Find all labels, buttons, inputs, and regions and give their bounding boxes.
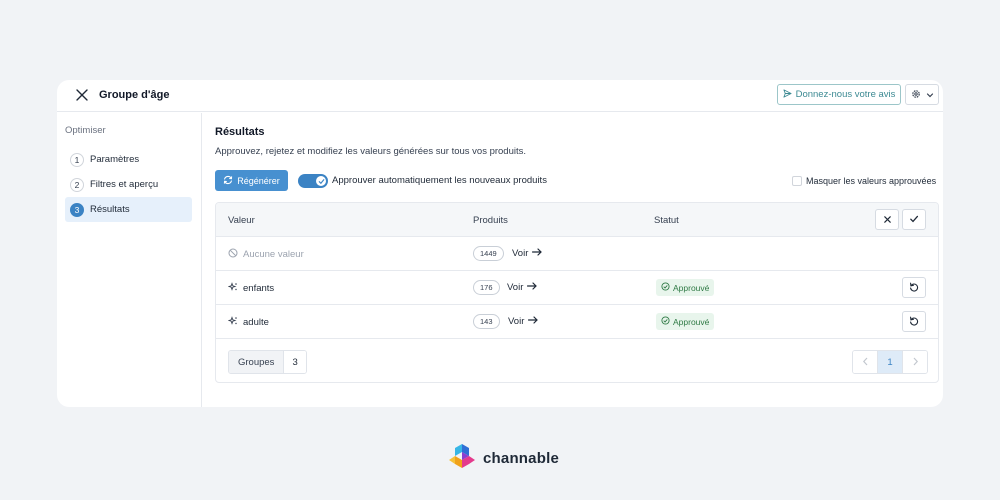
optimize-dialog: Groupe d'âge Donnez-nous votre avis Opti… (57, 80, 943, 407)
value-cell: enfants (227, 282, 275, 295)
page-number-button[interactable]: 1 (877, 351, 903, 373)
groups-counter: Groupes 3 (228, 350, 307, 374)
feedback-button[interactable]: Donnez-nous votre avis (777, 84, 901, 105)
undo-icon (909, 279, 919, 297)
results-table: Valeur Produits Statut Aucune valeur 144… (215, 202, 939, 383)
arrow-right-icon (532, 248, 543, 259)
value-text: Aucune valeur (243, 249, 304, 260)
next-page-button[interactable] (903, 351, 927, 373)
brand-logo: channable (449, 443, 559, 474)
check-icon (909, 211, 919, 229)
channable-logo-icon (449, 443, 475, 474)
value-text: adulte (243, 317, 269, 328)
step-list: 1 Paramètres 2 Filtres et aperçu 3 Résul… (65, 147, 192, 222)
column-header-value: Valeur (228, 215, 255, 226)
main-content: Résultats Approuvez, rejetez et modifiez… (215, 113, 943, 407)
status-badge: Approuvé (656, 279, 715, 296)
sparkle-icon (227, 282, 238, 295)
step-number: 2 (70, 177, 84, 192)
settings-menu-button[interactable] (905, 84, 939, 105)
regenerate-label: Régénérer (237, 175, 280, 186)
hide-approved-label: Masquer les valeurs approuvées (806, 176, 937, 186)
dialog-header: Groupe d'âge Donnez-nous votre avis (57, 80, 943, 112)
auto-approve-toggle[interactable] (298, 174, 328, 188)
view-label: Voir (512, 248, 529, 259)
sidebar-item-parametres[interactable]: 1 Paramètres (65, 147, 192, 172)
check-circle-icon (661, 282, 670, 293)
groups-label: Groupes (229, 351, 284, 373)
product-count-badge: 143 (473, 314, 500, 329)
brand-name: channable (483, 450, 559, 467)
sidebar-heading: Optimiser (65, 125, 106, 136)
table-row: enfants 176 Voir Approuvé (216, 271, 938, 305)
close-icon (883, 211, 892, 229)
step-number: 3 (70, 202, 84, 217)
previous-page-button[interactable] (853, 351, 877, 373)
sidebar-item-resultats[interactable]: 3 Résultats (65, 197, 192, 222)
table-row: Aucune valeur 1449 Voir (216, 237, 938, 271)
product-count-badge: 1449 (473, 246, 504, 261)
chevron-down-icon (926, 86, 934, 104)
table-header: Valeur Produits Statut (216, 203, 938, 237)
no-value-icon (228, 248, 238, 261)
regenerate-button[interactable]: Régénérer (215, 170, 288, 191)
step-number: 1 (70, 152, 84, 167)
column-header-products: Produits (473, 215, 508, 226)
sparkle-icon (227, 316, 238, 329)
dialog-title: Groupe d'âge (99, 89, 170, 101)
value-text: enfants (243, 283, 275, 294)
hide-approved-checkbox[interactable] (792, 176, 802, 186)
refresh-icon (223, 175, 233, 187)
sidebar-item-label: Résultats (90, 204, 130, 215)
send-icon (783, 88, 792, 101)
approve-all-button[interactable] (902, 209, 926, 230)
reject-all-button[interactable] (875, 209, 899, 230)
view-products-link[interactable]: Voir (508, 316, 539, 327)
auto-approve-label: Approuver automatiquement les nouveaux p… (332, 175, 547, 186)
check-circle-icon (661, 316, 670, 327)
chevron-left-icon (862, 353, 869, 371)
arrow-right-icon (528, 316, 539, 327)
chevron-right-icon (912, 353, 919, 371)
undo-button[interactable] (902, 311, 926, 332)
toggle-knob (316, 176, 326, 186)
status-label: Approuvé (673, 316, 710, 327)
arrow-right-icon (527, 282, 538, 293)
view-products-link[interactable]: Voir (507, 282, 538, 293)
product-count-badge: 176 (473, 280, 500, 295)
status-badge: Approuvé (656, 313, 715, 330)
value-cell: adulte (227, 316, 269, 329)
pagination: 1 (852, 350, 928, 374)
groups-count: 3 (283, 351, 306, 373)
sidebar: Optimiser 1 Paramètres 2 Filtres et aper… (57, 113, 202, 407)
gear-icon (911, 86, 921, 104)
sidebar-item-filtres[interactable]: 2 Filtres et aperçu (65, 172, 192, 197)
sidebar-item-label: Paramètres (90, 154, 140, 165)
undo-button[interactable] (902, 277, 926, 298)
view-label: Voir (507, 282, 524, 293)
page-title: Résultats (215, 126, 265, 138)
table-footer: Groupes 3 1 (216, 339, 938, 382)
view-products-link[interactable]: Voir (512, 248, 543, 259)
page-description: Approuvez, rejetez et modifiez les valeu… (215, 146, 527, 157)
column-header-status: Statut (654, 215, 679, 226)
feedback-label: Donnez-nous votre avis (795, 89, 896, 100)
close-icon[interactable] (75, 88, 89, 102)
table-row: adulte 143 Voir Approuvé (216, 305, 938, 339)
status-label: Approuvé (673, 282, 710, 293)
value-cell: Aucune valeur (228, 248, 304, 261)
view-label: Voir (508, 316, 525, 327)
undo-icon (909, 313, 919, 331)
sidebar-item-label: Filtres et aperçu (90, 179, 159, 190)
